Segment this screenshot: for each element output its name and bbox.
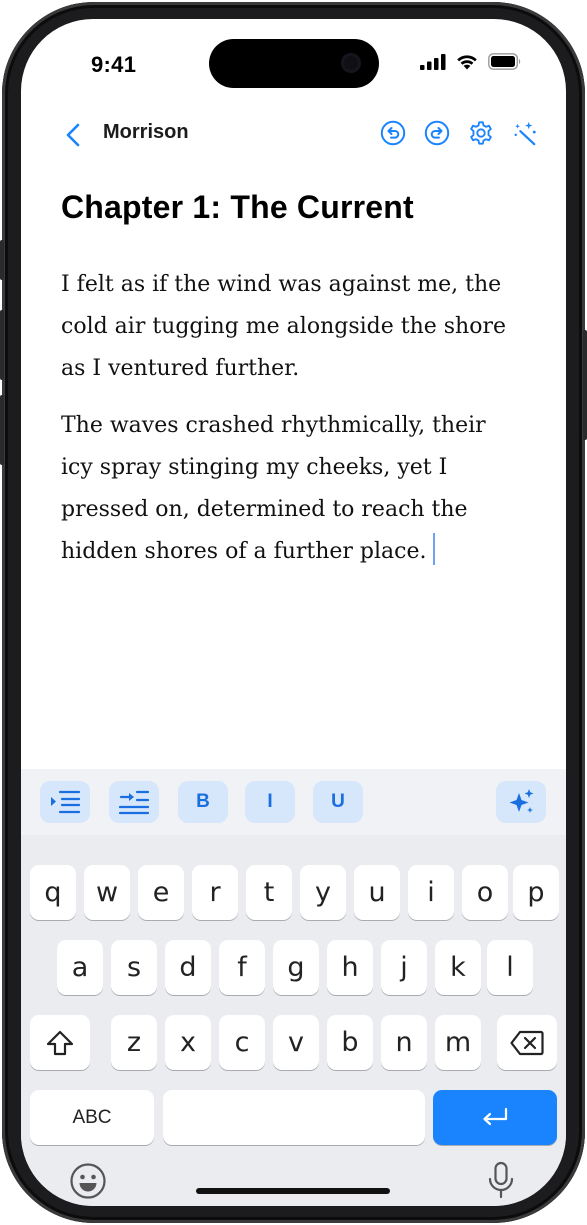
space-key[interactable] — [163, 1090, 425, 1145]
key-q[interactable]: q — [30, 865, 76, 920]
nav-actions — [380, 119, 538, 147]
key-m[interactable]: m — [435, 1015, 481, 1070]
power-button — [583, 330, 587, 440]
settings-button[interactable] — [468, 119, 494, 147]
key-r[interactable]: r — [192, 865, 238, 920]
home-indicator[interactable] — [196, 1188, 390, 1194]
paragraph-active[interactable]: The waves crashed rhythmically, their ic… — [61, 405, 521, 573]
italic-button[interactable]: I — [245, 781, 295, 823]
chevron-left-icon — [66, 123, 80, 147]
dictation-button[interactable] — [479, 1159, 523, 1203]
volume-down-button — [0, 395, 4, 465]
key-l[interactable]: l — [487, 940, 533, 995]
settings-gear-icon — [470, 121, 492, 145]
microphone-icon — [488, 1161, 514, 1199]
key-g[interactable]: g — [273, 940, 319, 995]
shift-key[interactable] — [30, 1015, 90, 1070]
key-d[interactable]: d — [165, 940, 211, 995]
keyboard: B I U q w e r t y u i o p a s d f g h j … — [21, 769, 566, 1206]
key-a[interactable]: a — [57, 940, 103, 995]
outdent-button[interactable] — [109, 781, 159, 823]
undo-button[interactable] — [380, 119, 406, 147]
emoji-button[interactable] — [66, 1159, 110, 1203]
key-i[interactable]: i — [408, 865, 454, 920]
redo-button[interactable] — [424, 119, 450, 147]
indent-button[interactable] — [40, 781, 90, 823]
paragraph-text: The waves crashed rhythmically, their ic… — [61, 413, 486, 564]
back-button[interactable] — [61, 119, 85, 151]
key-v[interactable]: v — [273, 1015, 319, 1070]
undo-icon — [380, 120, 406, 146]
key-z[interactable]: z — [111, 1015, 157, 1070]
action-button — [0, 240, 4, 280]
document-title: Morrison — [103, 121, 189, 143]
key-x[interactable]: x — [165, 1015, 211, 1070]
sparkles-icon — [509, 789, 534, 813]
magic-wand-icon — [514, 121, 536, 146]
battery-icon — [488, 53, 521, 70]
key-t[interactable]: t — [246, 865, 292, 920]
key-h[interactable]: h — [327, 940, 373, 995]
key-s[interactable]: s — [111, 940, 157, 995]
screen: 9:41 Morrison Chapter 1: The Current I f… — [21, 19, 566, 1206]
return-icon — [483, 1107, 508, 1125]
paragraph[interactable]: I felt as if the wind was against me, th… — [61, 264, 521, 390]
key-f[interactable]: f — [219, 940, 265, 995]
status-icons — [420, 53, 522, 70]
redo-icon — [424, 120, 450, 146]
front-camera — [341, 53, 361, 73]
emoji-icon — [70, 1163, 106, 1199]
volume-up-button — [0, 310, 4, 380]
key-e[interactable]: e — [138, 865, 184, 920]
key-j[interactable]: j — [381, 940, 427, 995]
key-p[interactable]: p — [513, 865, 559, 920]
key-b[interactable]: b — [327, 1015, 373, 1070]
bold-button[interactable]: B — [178, 781, 228, 823]
outdent-list-icon — [119, 790, 149, 815]
key-u[interactable]: u — [354, 865, 400, 920]
dynamic-island — [209, 39, 379, 88]
status-time: 9:41 — [91, 52, 137, 77]
indent-list-icon — [51, 790, 80, 814]
ai-assist-button[interactable] — [496, 781, 546, 823]
return-key[interactable] — [433, 1090, 557, 1145]
abc-key[interactable]: ABC — [30, 1090, 154, 1145]
underline-button[interactable]: U — [313, 781, 363, 823]
key-c[interactable]: c — [219, 1015, 265, 1070]
key-k[interactable]: k — [435, 940, 481, 995]
signal-icon — [420, 53, 446, 70]
delete-key[interactable] — [497, 1015, 557, 1070]
delete-icon — [510, 1030, 544, 1055]
shift-icon — [46, 1030, 74, 1055]
magic-button[interactable] — [512, 119, 538, 147]
key-n[interactable]: n — [381, 1015, 427, 1070]
key-w[interactable]: w — [84, 865, 130, 920]
format-toolbar: B I U — [21, 769, 566, 835]
key-o[interactable]: o — [462, 865, 508, 920]
chapter-heading[interactable]: Chapter 1: The Current — [61, 189, 414, 226]
text-caret — [432, 533, 435, 565]
key-y[interactable]: y — [300, 865, 346, 920]
wifi-icon — [457, 55, 477, 70]
